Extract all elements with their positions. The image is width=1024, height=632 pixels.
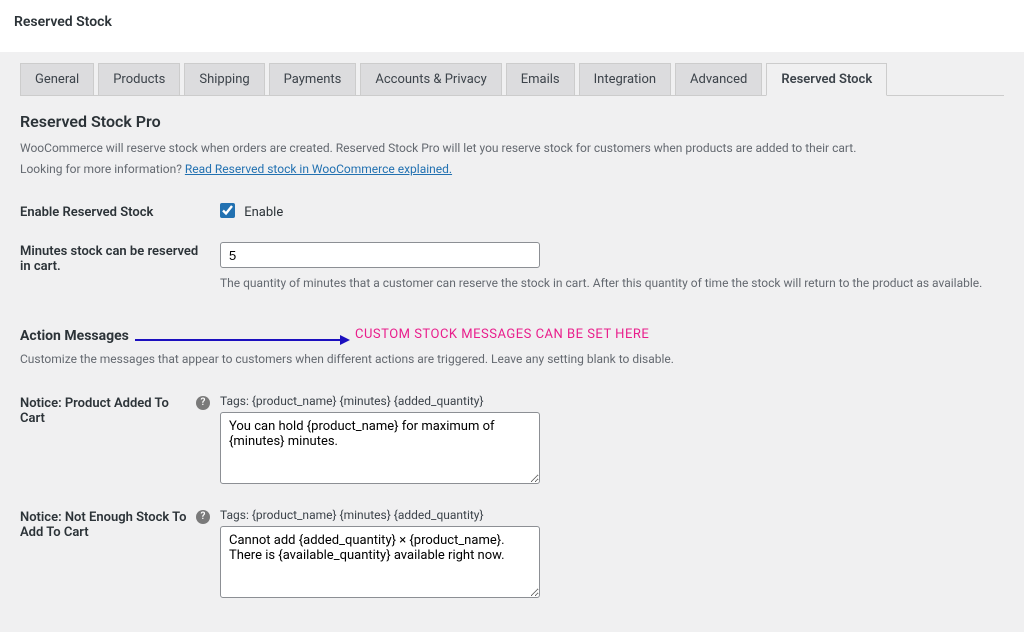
tab-accounts-privacy[interactable]: Accounts & Privacy — [360, 63, 501, 96]
section-desc-more: Looking for more information? Read Reser… — [20, 160, 1004, 179]
section-desc: WooCommerce will reserve stock when orde… — [20, 139, 1004, 158]
tab-shipping[interactable]: Shipping — [184, 63, 264, 96]
action-messages-heading: Action Messages — [20, 328, 129, 344]
help-icon[interactable]: ? — [196, 510, 210, 524]
notice-added-tags: Tags: {product_name} {minutes} {added_qu… — [220, 394, 1004, 408]
tab-emails[interactable]: Emails — [506, 63, 575, 96]
tab-advanced[interactable]: Advanced — [675, 63, 762, 96]
notice-not-enough-textarea[interactable] — [220, 526, 540, 598]
enable-reserved-stock-checkbox-label: Enable — [244, 205, 283, 220]
minutes-reserved-help: The quantity of minutes that a customer … — [220, 274, 1004, 292]
notice-not-enough-label: Notice: Not Enough Stock To Add To Cart — [20, 510, 190, 540]
help-icon[interactable]: ? — [196, 396, 210, 410]
minutes-reserved-input[interactable] — [220, 242, 540, 268]
settings-tabs: GeneralProductsShippingPaymentsAccounts … — [20, 62, 1004, 96]
enable-reserved-stock-label: Enable Reserved Stock — [20, 193, 220, 232]
tab-integration[interactable]: Integration — [579, 63, 671, 96]
action-messages-desc: Customize the messages that appear to cu… — [20, 350, 1004, 369]
enable-reserved-stock-checkbox[interactable] — [220, 203, 235, 218]
custom-messages-annotation: CUSTOM STOCK MESSAGES CAN BE SET HERE — [355, 327, 649, 342]
notice-added-label: Notice: Product Added To Cart — [20, 396, 190, 426]
tab-payments[interactable]: Payments — [269, 63, 357, 96]
notice-not-enough-tags: Tags: {product_name} {minutes} {added_qu… — [220, 508, 1004, 522]
tab-products[interactable]: Products — [98, 63, 180, 96]
tab-reserved-stock[interactable]: Reserved Stock — [766, 63, 887, 96]
page-title: Reserved Stock — [0, 0, 1024, 52]
minutes-reserved-label: Minutes stock can be reserved in cart. — [20, 232, 220, 302]
more-info-link[interactable]: Read Reserved stock in WooCommerce expla… — [185, 162, 452, 176]
section-heading-reserved-stock-pro: Reserved Stock Pro — [20, 112, 1004, 131]
more-info-prefix: Looking for more information? — [20, 162, 185, 176]
tab-general[interactable]: General — [20, 63, 94, 96]
annotation-arrow — [135, 335, 350, 345]
notice-added-textarea[interactable] — [220, 412, 540, 484]
